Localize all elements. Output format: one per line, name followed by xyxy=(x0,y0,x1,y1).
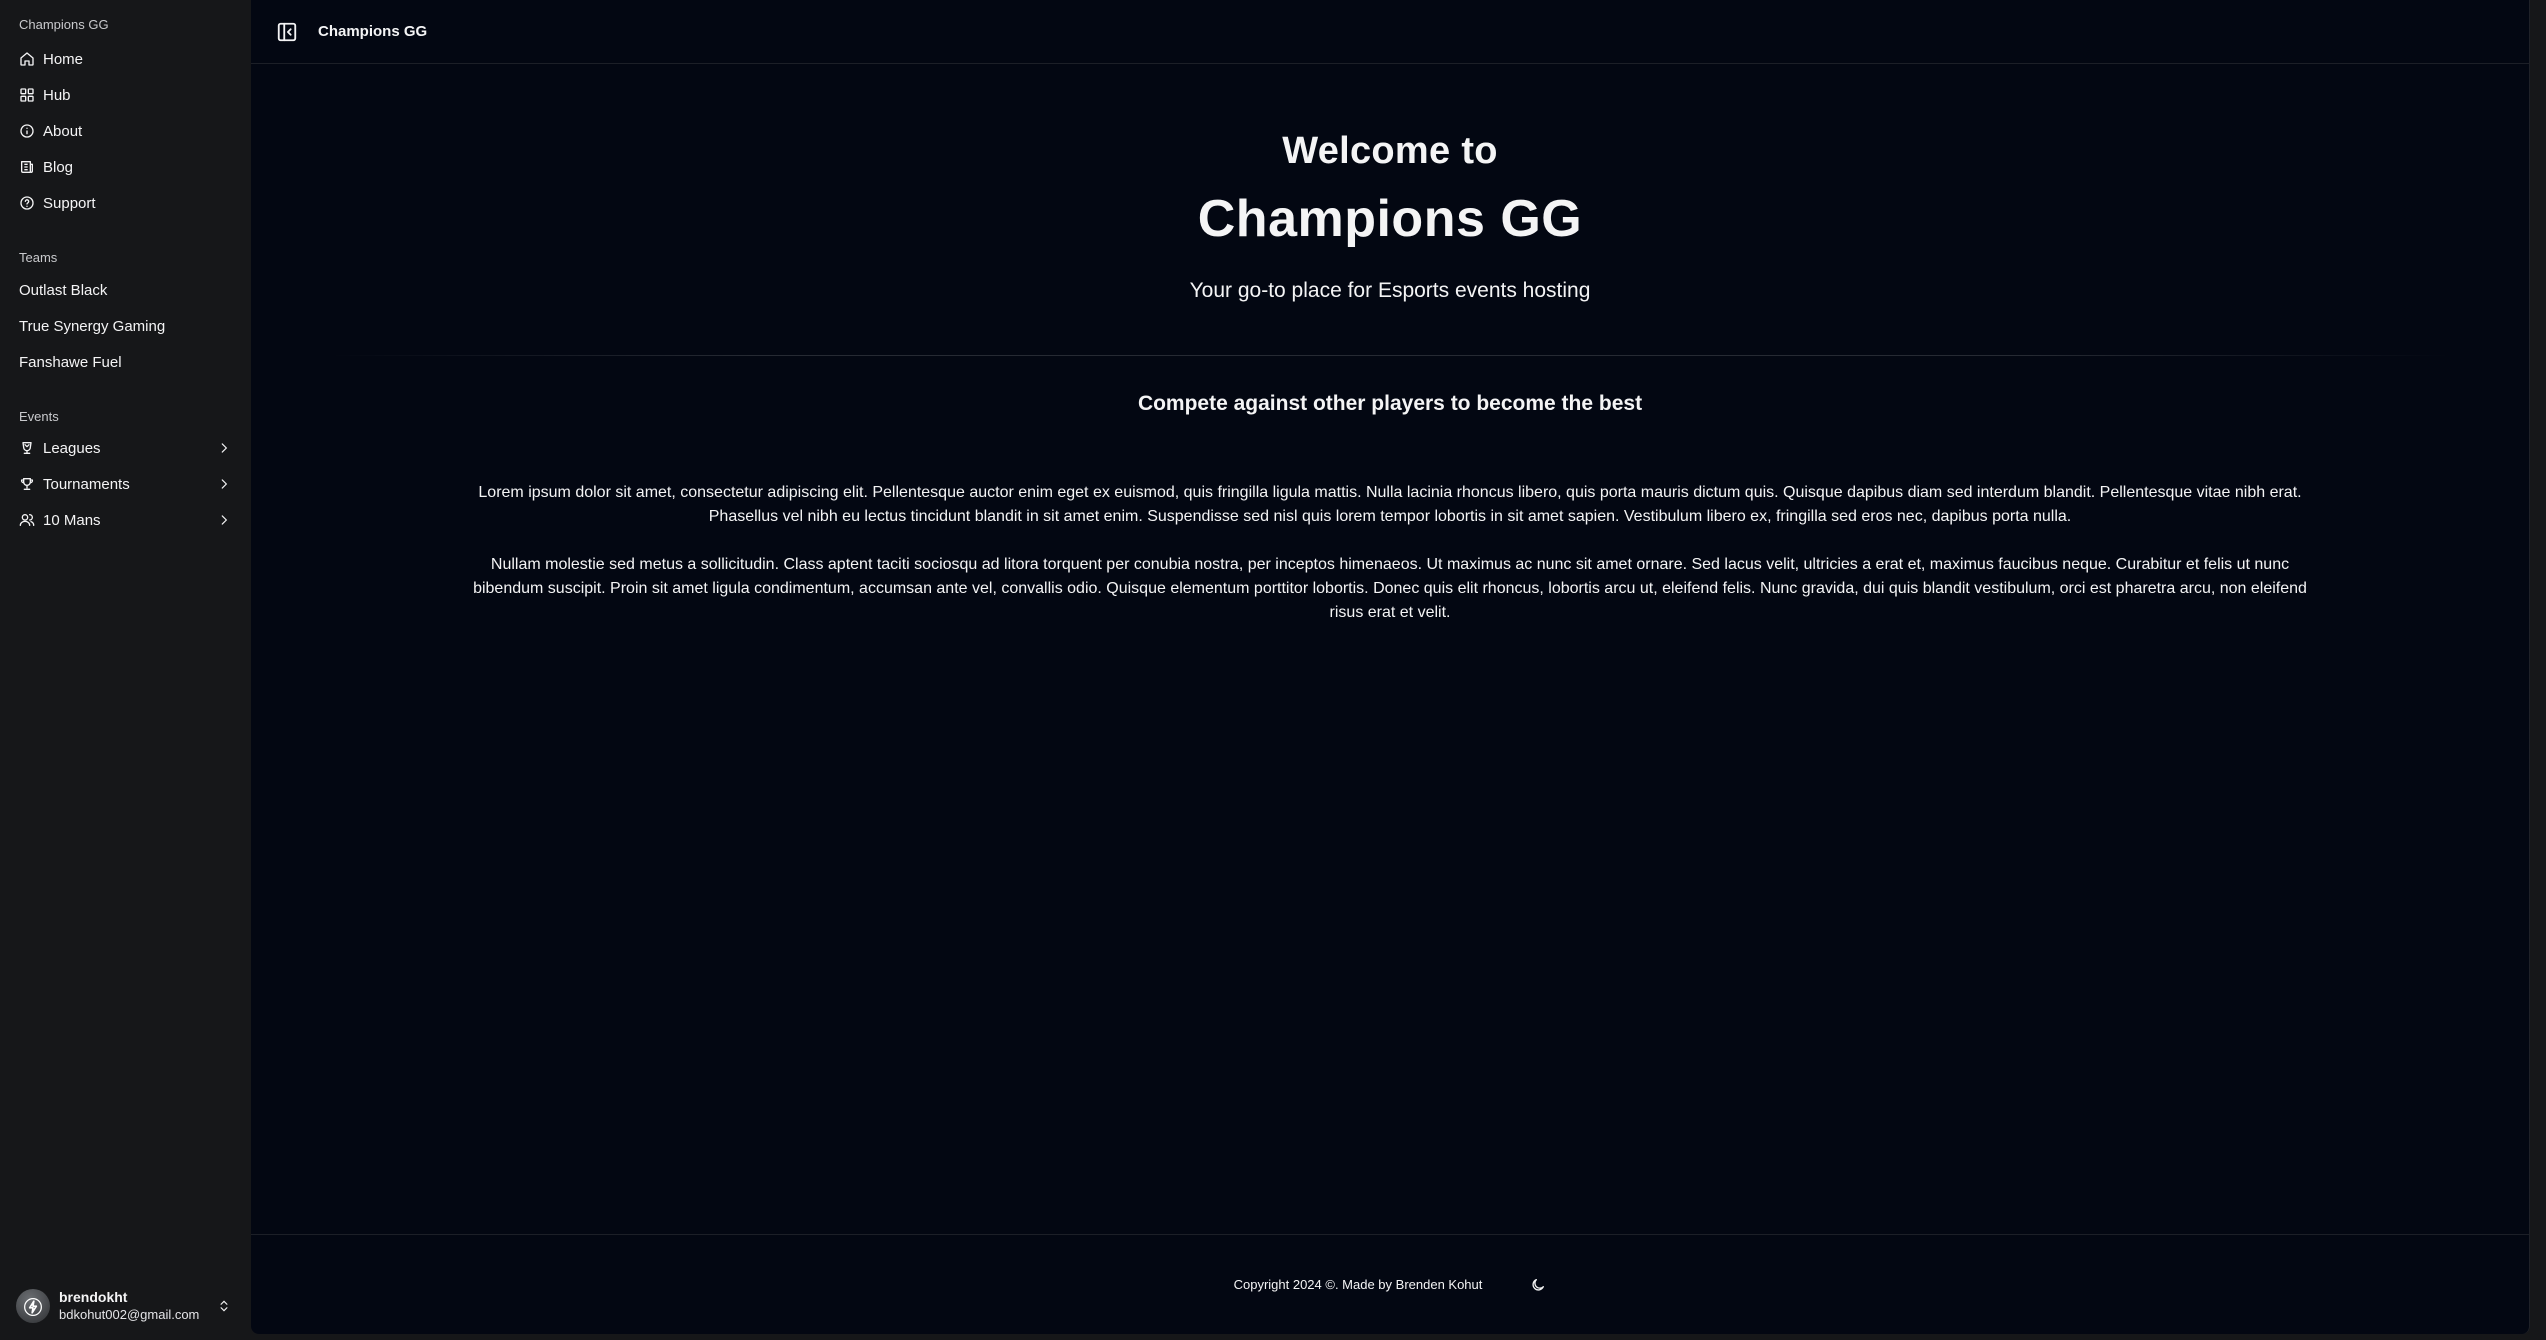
copyright-text: Copyright 2024 ©. Made by Brenden Kohut xyxy=(1233,1277,1483,1292)
user-email: bdkohut002@gmail.com xyxy=(59,1307,200,1322)
user-name: brendokht xyxy=(59,1289,128,1305)
sidebar-item-team[interactable]: Outlast Black xyxy=(0,272,251,308)
home-icon xyxy=(19,51,35,67)
sidebar-item-team[interactable]: Fanshawe Fuel xyxy=(0,344,251,380)
sidebar-item-label: Support xyxy=(43,194,96,212)
events-group-label: Events xyxy=(19,409,59,424)
team-label: Outlast Black xyxy=(19,281,108,299)
chevrons-up-down-icon xyxy=(217,1297,231,1315)
moon-icon[interactable] xyxy=(1530,1277,1546,1293)
team-label: Fanshawe Fuel xyxy=(19,353,122,371)
sidebar-item-support[interactable]: Support xyxy=(0,185,251,221)
intro-paragraph-1: Lorem ipsum dolor sit amet, consectetur … xyxy=(478,484,2302,525)
top-bar: Champions GG xyxy=(251,0,2529,64)
window-edge xyxy=(2530,0,2546,1340)
bolt-icon xyxy=(24,1298,42,1316)
newspaper-icon xyxy=(19,159,35,175)
trophy-cup-icon xyxy=(19,440,35,456)
compete-heading: Compete against other players to become … xyxy=(1137,392,1643,415)
grid-icon xyxy=(19,87,35,103)
hero-title: Champions GG xyxy=(1197,190,1583,248)
page-title: Champions GG xyxy=(318,23,428,40)
intro-paragraph-2: Nullam molestie sed metus a sollicitudin… xyxy=(473,556,2307,621)
hero-section: Welcome to Champions GG Your go-to place… xyxy=(251,64,2529,303)
info-icon xyxy=(19,123,35,139)
sidebar-item-hub[interactable]: Hub xyxy=(0,77,251,113)
sidebar-item-blog[interactable]: Blog xyxy=(0,149,251,185)
sidebar-item-label: About xyxy=(43,122,83,140)
team-label: True Synergy Gaming xyxy=(19,317,166,335)
sidebar-item-leagues[interactable]: Leagues xyxy=(0,430,251,466)
sidebar-item-tournaments[interactable]: Tournaments xyxy=(0,466,251,502)
sidebar: Champions GG Home Hub About Blog Support… xyxy=(0,0,251,1340)
help-circle-icon xyxy=(19,195,35,211)
user-info: brendokht bdkohut002@gmail.com xyxy=(59,1289,217,1323)
app-root: Champions GG Home Hub About Blog Support… xyxy=(0,0,2546,1340)
chevron-right-icon xyxy=(217,441,231,455)
sidebar-item-label: Tournaments xyxy=(43,475,130,493)
footer: Copyright 2024 ©. Made by Brenden Kohut xyxy=(251,1234,2529,1334)
sidebar-item-home[interactable]: Home xyxy=(0,41,251,77)
sidebar-toggle-icon[interactable] xyxy=(276,21,298,43)
sidebar-main-nav: Home Hub About Blog Support xyxy=(0,41,251,221)
sidebar-item-label: Home xyxy=(43,50,84,68)
sidebar-item-label: Hub xyxy=(43,86,71,104)
section-divider xyxy=(331,355,2449,356)
sidebar-events: Leagues Tournaments 10 Mans xyxy=(0,430,251,538)
user-account-menu[interactable]: brendokht bdkohut002@gmail.com xyxy=(0,1286,251,1326)
sidebar-brand-label: Champions GG xyxy=(19,17,109,32)
sidebar-item-about[interactable]: About xyxy=(0,113,251,149)
chevron-right-icon xyxy=(217,477,231,491)
main-panel: Champions GG Welcome to Champions GG You… xyxy=(251,0,2530,1334)
teams-group-label: Teams xyxy=(19,250,58,265)
users-icon xyxy=(19,512,35,528)
sidebar-item-label: Blog xyxy=(43,158,74,176)
sidebar-teams: Outlast Black True Synergy Gaming Fansha… xyxy=(0,272,251,380)
sidebar-item-10-mans[interactable]: 10 Mans xyxy=(0,502,251,538)
sidebar-item-label: Leagues xyxy=(43,439,101,457)
avatar xyxy=(16,1289,50,1323)
sidebar-item-team[interactable]: True Synergy Gaming xyxy=(0,308,251,344)
trophy-icon xyxy=(19,476,35,492)
sidebar-item-label: 10 Mans xyxy=(43,511,101,529)
chevron-right-icon xyxy=(217,513,231,527)
hero-welcome: Welcome to xyxy=(1282,130,1498,172)
hero-tagline: Your go-to place for Esports events host… xyxy=(1189,279,1591,302)
